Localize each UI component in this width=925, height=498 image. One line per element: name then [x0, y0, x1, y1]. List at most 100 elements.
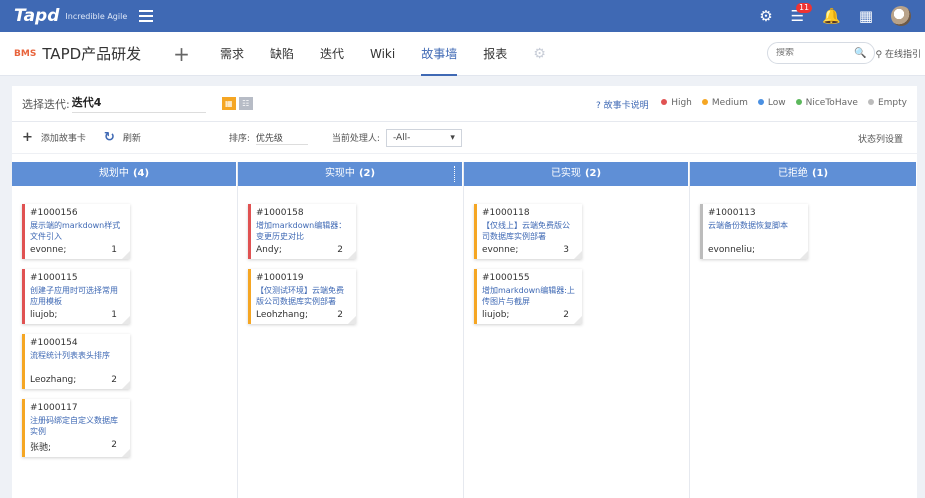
card-title[interactable]: 创建子应用时可选择常用应用模板	[30, 285, 125, 307]
add-story-card-button[interactable]: + 添加故事卡	[22, 130, 86, 145]
card-title[interactable]: 【仅线上】云端免费版公司数据库实例部署	[482, 220, 577, 242]
column-body: #1000118 【仅线上】云端免费版公司数据库实例部署 evonne; 3 #1000…	[464, 186, 689, 324]
card-title[interactable]: 展示端的markdown样式文件引入	[30, 220, 125, 242]
card-id[interactable]: #1000154	[30, 338, 125, 348]
card-id[interactable]: #1000118	[482, 208, 577, 218]
menu-icon[interactable]	[139, 10, 154, 22]
card-title[interactable]: 增加markdown编辑器:上传图片与截屏	[482, 285, 577, 307]
card-view-icon[interactable]: ▦	[221, 97, 236, 110]
story-card[interactable]: #1000113 云端备份数据恢复脚本 evonneliu;	[700, 204, 808, 259]
project-name[interactable]: TAPD产品研发	[42, 43, 141, 64]
card-footer: evonne; 3	[482, 245, 577, 255]
apps-grid-icon[interactable]: ▦	[859, 8, 873, 24]
story-card[interactable]: #1000154 流程统计列表表头排序 Leozhang; 2	[22, 334, 130, 389]
tab-wiki[interactable]: Wiki	[370, 32, 395, 76]
card-footer: Leozhang; 2	[30, 375, 125, 385]
project-nav: BMS TAPD产品研发 + 需求 缺陷 迭代 Wiki 故事墙 报表 ⚙ 🔍 …	[0, 32, 925, 76]
card-count: 2	[111, 440, 117, 450]
card-owner: evonne;	[482, 245, 519, 255]
card-fold-corner	[800, 251, 808, 259]
story-card[interactable]: #1000115 创建子应用时可选择常用应用模板 liujob; 1	[22, 269, 130, 324]
project-icon: BMS	[14, 48, 37, 59]
column-header[interactable]: 已实现 (2)	[464, 162, 689, 186]
story-card-help-link[interactable]: ? 故事卡说明	[596, 98, 649, 111]
card-id[interactable]: #1000158	[256, 208, 351, 218]
tab-requirements[interactable]: 需求	[220, 32, 244, 76]
logo-text: Tapd	[14, 6, 60, 26]
bell-icon[interactable]: 🔔	[822, 8, 841, 24]
refresh-icon: ↻	[103, 130, 115, 145]
view-toggle: ▦ ☷	[221, 97, 253, 110]
todo-icon[interactable]: ☰ 11	[791, 2, 813, 24]
tapd-logo[interactable]: Tapd Incredible Agile	[14, 6, 127, 26]
card-fold-corner	[122, 251, 130, 259]
story-card[interactable]: #1000156 展示端的markdown样式文件引入 evonne; 1	[22, 204, 130, 259]
nav-settings-gear-icon[interactable]: ⚙	[533, 32, 546, 76]
card-id[interactable]: #1000117	[30, 403, 125, 413]
status-column-settings-link[interactable]: 状态列设置	[858, 132, 903, 145]
card-title[interactable]: 【仅测试环境】云端免费版公司数据库实例部署	[256, 285, 351, 307]
tab-story-wall[interactable]: 故事墙	[421, 32, 458, 76]
story-card[interactable]: #1000119 【仅测试环境】云端免费版公司数据库实例部署 Leohzhang; 2	[248, 269, 356, 324]
top-right-actions: ⚙ ☰ 11 🔔 ▦	[759, 0, 911, 32]
search-icon[interactable]: 🔍	[854, 48, 866, 59]
card-title[interactable]: 流程统计列表表头排序	[30, 350, 125, 372]
owner-label: 当前处理人:	[331, 134, 380, 144]
card-count: 1	[111, 245, 117, 255]
card-count: 2	[111, 375, 117, 385]
card-title[interactable]: 增加markdown编辑器：变更历史对比	[256, 220, 351, 242]
card-count: 2	[563, 310, 569, 320]
tab-reports[interactable]: 报表	[483, 32, 507, 76]
card-owner: 张驰;	[30, 443, 52, 453]
card-owner: evonneliu;	[708, 245, 756, 255]
story-card-help-label: 故事卡说明	[603, 101, 649, 111]
column-body: #1000158 增加markdown编辑器：变更历史对比 Andy; 2 #10001…	[238, 186, 463, 324]
board-column: 已实现 (2) #1000118 【仅线上】云端免费版公司数据库实例部署 evonne;…	[464, 162, 690, 498]
legend-nicetohave: NiceToHave	[795, 98, 858, 108]
legend-high: High	[661, 98, 692, 108]
tab-iterations[interactable]: 迭代	[320, 32, 344, 76]
card-owner: liujob;	[30, 310, 58, 320]
column-name: 实现中	[324, 168, 355, 179]
card-title[interactable]: 云端备份数据恢复脚本	[708, 220, 803, 242]
refresh-button[interactable]: ↻ 刷新	[104, 130, 141, 145]
tab-bugs[interactable]: 缺陷	[270, 32, 294, 76]
card-id[interactable]: #1000155	[482, 273, 577, 283]
plus-icon: +	[22, 130, 33, 145]
story-card[interactable]: #1000117 注册码绑定自定义数据库实例张驰; 2	[22, 399, 130, 457]
online-help-label: 在线指引	[884, 50, 921, 60]
column-header[interactable]: 已拒绝 (1)	[690, 162, 917, 186]
legend-empty: Empty	[867, 98, 907, 108]
iteration-select[interactable]: 迭代4	[71, 94, 206, 113]
card-owner: Leohzhang;	[256, 310, 308, 320]
card-id[interactable]: #1000115	[30, 273, 125, 283]
card-owner: evonne;	[30, 245, 67, 255]
card-id[interactable]: #1000113	[708, 208, 803, 218]
column-resize-handle[interactable]	[454, 166, 456, 182]
column-header[interactable]: 规划中 (4)	[12, 162, 237, 186]
column-header[interactable]: 实现中 (2)	[238, 162, 463, 186]
create-plus-button[interactable]: +	[173, 42, 190, 66]
card-fold-corner	[122, 316, 130, 324]
user-avatar[interactable]	[891, 6, 911, 26]
card-id[interactable]: #1000119	[256, 273, 351, 283]
list-view-icon[interactable]: ☷	[238, 97, 253, 110]
card-title[interactable]: 注册码绑定自定义数据库实例	[30, 415, 125, 437]
story-card[interactable]: #1000118 【仅线上】云端免费版公司数据库实例部署 evonne; 3	[474, 204, 582, 259]
board-column: 实现中 (2) #1000158 增加markdown编辑器：变更历史对比 Andy; 2…	[238, 162, 464, 498]
column-name: 规划中	[98, 168, 129, 179]
card-owner: liujob;	[482, 310, 510, 320]
sort-label: 排序:	[228, 134, 250, 144]
card-id[interactable]: #1000156	[30, 208, 125, 218]
sort-select[interactable]: 优先级	[255, 131, 308, 145]
story-board: 规划中 (4) #1000156 展示端的markdown样式文件引入 evonne; 1…	[12, 162, 917, 498]
card-fold-corner	[574, 251, 582, 259]
settings-gear-icon[interactable]: ⚙	[759, 8, 772, 24]
story-card[interactable]: #1000155 增加markdown编辑器:上传图片与截屏 liujob; 2	[474, 269, 582, 324]
online-help-link[interactable]: ⚲ 在线指引	[876, 47, 921, 60]
owner-select[interactable]: -All- ▾	[385, 128, 462, 147]
legend-low: Low	[757, 98, 786, 108]
column-body: #1000156 展示端的markdown样式文件引入 evonne; 1 #10001…	[12, 186, 237, 457]
story-card[interactable]: #1000158 增加markdown编辑器：变更历史对比 Andy; 2	[248, 204, 356, 259]
search-input[interactable]	[776, 48, 854, 58]
